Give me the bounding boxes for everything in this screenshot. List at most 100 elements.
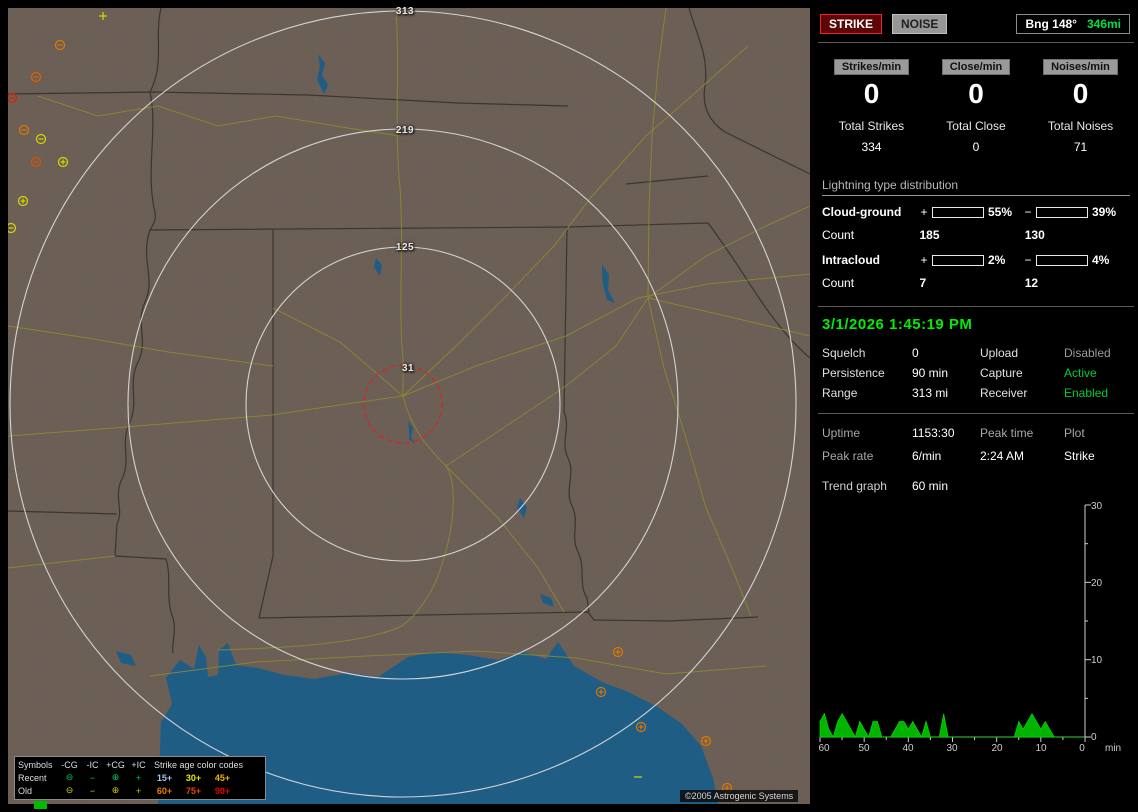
count-label: Count xyxy=(822,228,855,242)
age-badge-30: 30+ xyxy=(185,772,202,783)
recent-neg-cg-icon: ⊖ xyxy=(65,772,74,782)
cg-negative-bar xyxy=(1036,206,1088,218)
range-ring-label: 313 xyxy=(395,6,415,17)
svg-text:10: 10 xyxy=(1091,655,1103,666)
legend-col-neg-cg: -CG xyxy=(61,759,78,770)
age-badge-15: 15+ xyxy=(156,772,173,783)
cg-count-row: Count 185 130 xyxy=(822,228,1130,244)
recent-pos-ic-icon: + xyxy=(135,772,142,783)
plot-value: Strike xyxy=(1064,449,1095,463)
legend-old-label: Old xyxy=(18,785,33,796)
map-legend: Symbols -CG -IC +CG +IC Strike age color… xyxy=(14,756,266,800)
peak-time-label: Peak time xyxy=(980,426,1034,440)
bearing-readout: Bng 148° 346mi xyxy=(1016,14,1130,34)
ic-positive-bar xyxy=(932,254,984,266)
svg-text:10: 10 xyxy=(1035,743,1047,754)
graph-ticks xyxy=(819,504,1091,742)
legend-recent-label: Recent xyxy=(18,772,47,783)
trend-graph-label: Trend graph xyxy=(822,479,887,493)
strikes-per-min-label: Strikes/min xyxy=(833,59,910,75)
range-ring-label: 219 xyxy=(395,125,415,136)
strike-mode-button[interactable]: STRIKE xyxy=(820,14,883,34)
range-ring-label: 31 xyxy=(401,363,415,374)
total-close-value: 0 xyxy=(972,140,980,154)
close-per-min-value: 0 xyxy=(968,78,984,109)
lightning-map[interactable]: 313 219 125 31 Symbols -CG -IC +CG +IC S… xyxy=(8,6,810,804)
svg-text:30: 30 xyxy=(946,743,958,754)
peak-rate-label: Peak rate xyxy=(822,449,874,463)
uptime-value: 1153:30 xyxy=(912,426,955,440)
old-neg-ic-icon: − xyxy=(89,785,96,796)
mode-row: STRIKE NOISE Bng 148° 346mi xyxy=(818,12,1134,43)
svg-text:60: 60 xyxy=(818,743,830,754)
age-badge-45: 45+ xyxy=(214,772,231,783)
legend-col-pos-ic: +IC xyxy=(131,759,146,770)
intracloud-row: Intracloud + 2% − 4% xyxy=(822,252,1130,268)
range-value: 313 mi xyxy=(912,386,949,400)
svg-text:30: 30 xyxy=(1091,501,1103,512)
peak-rate-value: 6/min xyxy=(912,449,942,463)
old-neg-cg-icon: ⊖ xyxy=(65,785,74,795)
graph-axes xyxy=(820,505,1086,738)
trend-header: Trend graph 60 min xyxy=(822,476,1130,496)
current-datetime: 3/1/2026 1:45:19 PM xyxy=(822,316,973,333)
legend-col-pos-cg: +CG xyxy=(106,759,125,770)
legend-age-title: Strike age color codes xyxy=(154,759,244,770)
persistence-value: 90 min xyxy=(912,366,949,380)
trend-graph: 30 20 10 0 60 50 40 30 20 10 0 min xyxy=(818,501,1121,754)
total-strikes-value: 334 xyxy=(861,140,882,154)
svg-text:50: 50 xyxy=(858,743,870,754)
ic-count-row: Count 7 12 xyxy=(822,276,1130,292)
minus-sign: − xyxy=(1024,205,1032,219)
intracloud-label: Intracloud xyxy=(822,253,881,267)
svg-text:20: 20 xyxy=(1091,578,1103,589)
ic-negative-count: 12 xyxy=(1024,276,1039,290)
total-noises-label: Total Noises xyxy=(1047,119,1114,133)
datetime-block: 3/1/2026 1:45:19 PM xyxy=(818,306,1134,333)
legend-symbols-header: Symbols xyxy=(18,759,53,770)
capture-status: Active xyxy=(1064,366,1097,380)
uptime-label: Uptime xyxy=(822,426,861,440)
cg-negative-count: 130 xyxy=(1024,228,1045,242)
ic-positive-count: 7 xyxy=(919,276,927,290)
stats-grid: Uptime 1153:30 Peak time Plot Peak rate … xyxy=(822,422,1130,468)
strikes-per-min-value: 0 xyxy=(863,78,880,109)
cloud-ground-row: Cloud-ground + 55% − 39% xyxy=(822,204,1130,220)
age-badge-60: 60+ xyxy=(156,785,173,796)
plot-label: Plot xyxy=(1064,426,1085,440)
persistence-label: Persistence xyxy=(822,366,885,380)
receiver-status: Enabled xyxy=(1064,386,1109,400)
settings-grid: Squelch 0 Upload Disabled Persistence 90… xyxy=(822,343,1130,403)
noise-mode-button[interactable]: NOISE xyxy=(892,14,948,34)
trend-window-value: 60 min xyxy=(912,479,949,493)
svg-text:0: 0 xyxy=(1079,743,1085,754)
peak-time-value: 2:24 AM xyxy=(980,449,1025,463)
receiver-label: Receiver xyxy=(980,386,1028,400)
svg-text:40: 40 xyxy=(902,743,914,754)
squelch-label: Squelch xyxy=(822,346,866,360)
section-divider xyxy=(818,413,1134,414)
cg-negative-pct: 39% xyxy=(1092,205,1117,219)
copyright-attribution: ©2005 Astrogenic Systems xyxy=(680,790,799,802)
age-badge-90: 90+ xyxy=(214,785,231,796)
capture-label: Capture xyxy=(980,366,1023,380)
cg-positive-bar xyxy=(932,206,984,218)
total-strikes-label: Total Strikes xyxy=(838,119,905,133)
trend-series xyxy=(819,712,1085,739)
cloud-ground-label: Cloud-ground xyxy=(822,205,902,219)
age-badge-75: 75+ xyxy=(185,785,202,796)
cg-positive-pct: 55% xyxy=(988,205,1013,219)
rate-counters: Strikes/min 0 Close/min 0 Noises/min 0 xyxy=(820,59,1132,109)
range-label: Range xyxy=(822,386,858,400)
total-noises-value: 71 xyxy=(1073,140,1088,154)
old-pos-cg-icon: ⊕ xyxy=(111,785,120,795)
svg-text:20: 20 xyxy=(991,743,1003,754)
noises-per-min-value: 0 xyxy=(1072,78,1089,109)
ic-negative-pct: 4% xyxy=(1092,253,1110,267)
svg-text:0: 0 xyxy=(1091,732,1097,743)
range-ring-label: 125 xyxy=(395,242,415,253)
noises-per-min-label: Noises/min xyxy=(1043,59,1118,75)
plus-sign: + xyxy=(920,253,928,267)
legend-col-neg-ic: -IC xyxy=(86,759,99,770)
minus-sign: − xyxy=(1024,253,1032,267)
